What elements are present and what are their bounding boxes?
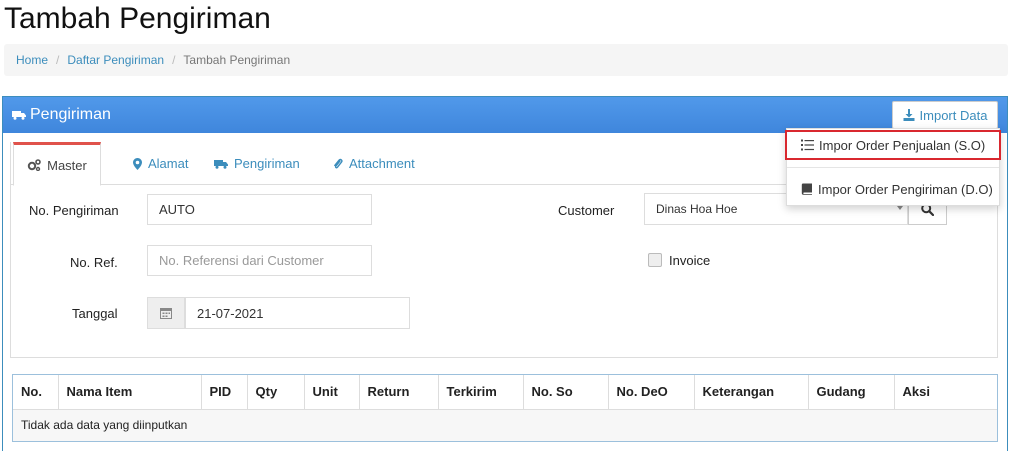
breadcrumb-separator: / bbox=[172, 53, 176, 67]
import-data-button[interactable]: Import Data bbox=[892, 101, 998, 129]
map-marker-icon bbox=[133, 157, 142, 170]
no-ref-label: No. Ref. bbox=[70, 255, 118, 270]
cogs-icon bbox=[27, 159, 41, 171]
breadcrumb-current: Tambah Pengiriman bbox=[183, 53, 291, 67]
truck-icon bbox=[12, 111, 26, 120]
customer-label: Customer bbox=[558, 203, 615, 218]
invoice-label: Invoice bbox=[669, 253, 711, 268]
menu-item-impor-order-pengiriman[interactable]: Impor Order Pengiriman (D.O) bbox=[787, 174, 999, 204]
tab-pengiriman[interactable]: Pengiriman bbox=[214, 142, 300, 185]
column-header: No. DeO bbox=[608, 375, 695, 410]
panel-title: Pengiriman bbox=[30, 106, 111, 123]
column-header: Gudang bbox=[808, 375, 895, 410]
column-header: No. bbox=[13, 375, 59, 410]
breadcrumb: Home / Daftar Pengiriman / Tambah Pengir… bbox=[4, 44, 1008, 76]
menu-item-label: Impor Order Pengiriman (D.O) bbox=[818, 181, 993, 197]
invoice-checkbox[interactable] bbox=[648, 253, 662, 267]
truck-icon bbox=[214, 159, 228, 169]
menu-item-label: Impor Order Penjualan (S.O) bbox=[819, 137, 986, 153]
chevron-down-icon bbox=[897, 206, 903, 210]
column-header: Terkirim bbox=[438, 375, 524, 410]
tab-master[interactable]: Master bbox=[13, 142, 101, 186]
tab-pengiriman-label: Pengiriman bbox=[234, 156, 300, 171]
column-header: Return bbox=[359, 375, 439, 410]
menu-item-impor-order-penjualan[interactable]: Impor Order Penjualan (S.O) bbox=[785, 130, 1001, 160]
paperclip-icon bbox=[334, 158, 343, 168]
calendar-addon[interactable] bbox=[147, 297, 185, 329]
download-icon bbox=[903, 109, 915, 121]
tab-master-label: Master bbox=[47, 157, 87, 173]
tab-alamat[interactable]: Alamat bbox=[133, 142, 188, 185]
tanggal-input[interactable] bbox=[185, 297, 410, 329]
book-icon bbox=[801, 183, 812, 195]
column-header: Keterangan bbox=[694, 375, 809, 410]
empty-table-message: Tidak ada data yang diinputkan bbox=[13, 409, 997, 441]
no-pengiriman-input[interactable] bbox=[147, 194, 372, 225]
tab-attachment-label: Attachment bbox=[349, 156, 415, 171]
list-ol-icon bbox=[801, 139, 814, 151]
customer-selected-value: Dinas Hoa Hoe bbox=[656, 202, 738, 216]
tab-alamat-label: Alamat bbox=[148, 156, 189, 171]
table-header-row: No. Nama Item PID Qty Unit Return Terkir… bbox=[13, 375, 997, 410]
column-header: Unit bbox=[304, 375, 360, 410]
tanggal-label: Tanggal bbox=[72, 306, 118, 321]
column-header: No. So bbox=[523, 375, 609, 410]
calendar-icon bbox=[160, 308, 172, 319]
page-title: Tambah Pengiriman bbox=[4, 2, 271, 35]
menu-divider bbox=[787, 167, 999, 168]
items-table: No. Nama Item PID Qty Unit Return Terkir… bbox=[12, 374, 998, 442]
breadcrumb-separator: / bbox=[56, 53, 60, 67]
column-header: PID bbox=[201, 375, 248, 410]
column-header: Qty bbox=[247, 375, 305, 410]
table-row: Tidak ada data yang diinputkan bbox=[13, 409, 997, 441]
column-header: Aksi bbox=[894, 375, 997, 410]
breadcrumb-daftar-pengiriman[interactable]: Daftar Pengiriman bbox=[67, 53, 164, 67]
tab-attachment[interactable]: Attachment bbox=[333, 142, 415, 185]
no-pengiriman-label: No. Pengiriman bbox=[29, 203, 119, 218]
breadcrumb-home[interactable]: Home bbox=[16, 53, 48, 67]
import-dropdown-menu: Impor Order Penjualan (S.O) Impor Order … bbox=[785, 128, 1001, 206]
import-data-label: Import Data bbox=[919, 107, 988, 123]
column-header: Nama Item bbox=[58, 375, 202, 410]
no-ref-input[interactable] bbox=[147, 245, 372, 276]
